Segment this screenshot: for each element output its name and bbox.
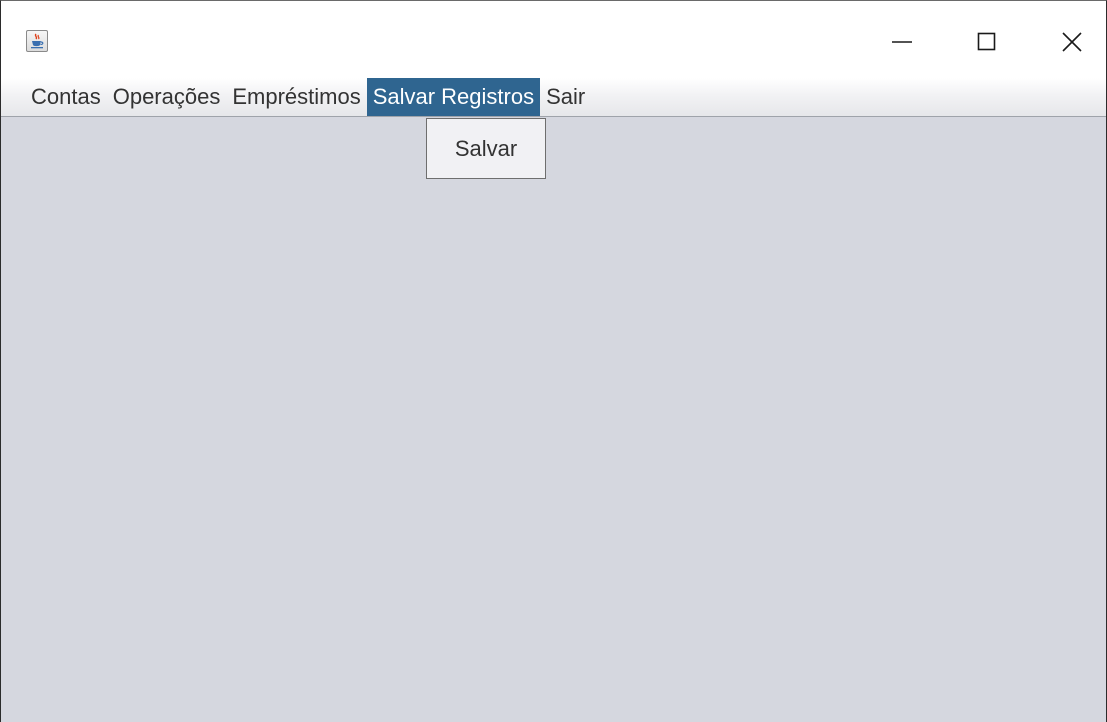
menu-contas[interactable]: Contas [25, 78, 107, 116]
menu-item-salvar[interactable]: Salvar [427, 131, 545, 167]
menu-sair[interactable]: Sair [540, 78, 591, 116]
maximize-icon [977, 32, 996, 51]
salvar-registros-dropdown: Salvar [426, 118, 546, 179]
close-button[interactable] [1049, 21, 1095, 63]
title-bar[interactable] [1, 1, 1106, 77]
menu-bar: Contas Operações Empréstimos Salvar Regi… [1, 78, 1106, 117]
menu-emprestimos[interactable]: Empréstimos [226, 78, 366, 116]
menu-operacoes[interactable]: Operações [107, 78, 227, 116]
app-window: Contas Operações Empréstimos Salvar Regi… [0, 0, 1107, 722]
java-coffee-cup-icon[interactable] [26, 30, 48, 52]
minimize-icon [892, 41, 912, 43]
menu-salvar-registros[interactable]: Salvar Registros [366, 78, 541, 116]
maximize-button[interactable] [964, 21, 1010, 63]
minimize-button[interactable] [879, 21, 925, 63]
main-content-area [1, 117, 1106, 722]
close-icon [1062, 32, 1082, 52]
